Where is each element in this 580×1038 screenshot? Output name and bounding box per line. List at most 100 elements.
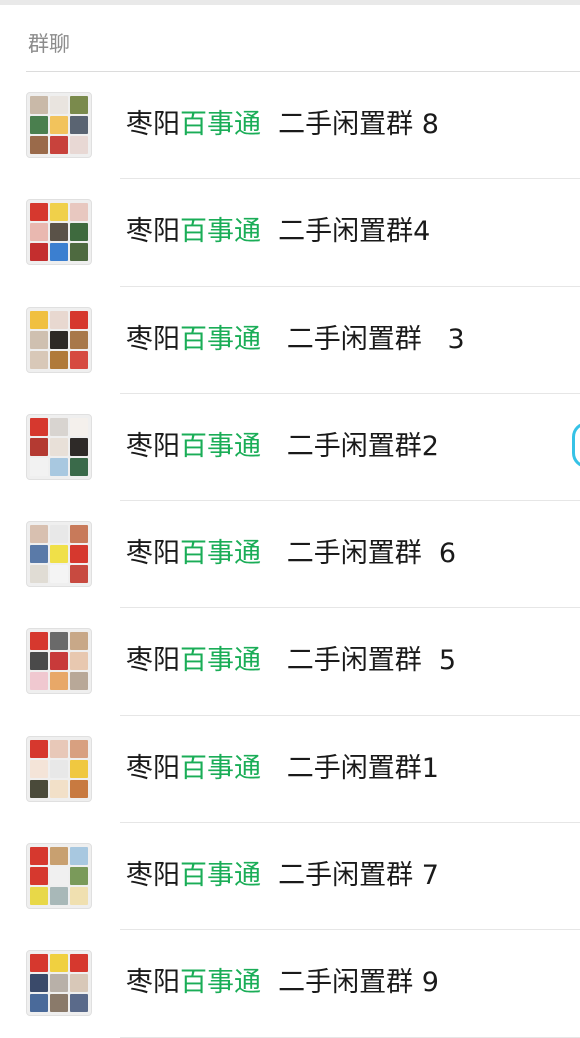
group-name-suffix: 二手闲置群 7	[261, 860, 439, 892]
member-avatar-thumbnail	[50, 652, 68, 671]
group-name-prefix: 枣阳	[126, 538, 180, 570]
group-chat-row[interactable]: 枣阳百事通 二手闲置群4	[0, 179, 580, 287]
member-avatar-thumbnail	[30, 867, 48, 886]
member-avatar-thumbnail	[30, 437, 48, 456]
group-name: 枣阳百事通 二手闲置群4	[126, 215, 430, 249]
group-name-suffix: 二手闲置群 8	[261, 109, 439, 140]
group-avatar	[26, 413, 92, 480]
group-name: 枣阳百事通 二手闲置群 7	[126, 859, 439, 893]
group-chat-row[interactable]: 枣阳百事通 二手闲置群 6	[0, 501, 580, 609]
member-avatar-thumbnail	[30, 136, 48, 154]
member-avatar-thumbnail	[30, 974, 48, 993]
member-avatar-thumbnail	[30, 116, 48, 134]
member-avatar-thumbnail	[50, 223, 68, 242]
group-name-highlight: 百事通	[180, 323, 261, 355]
member-avatar-thumbnail	[50, 867, 68, 886]
group-name-suffix: 二手闲置群2	[261, 430, 439, 462]
member-avatar-thumbnail	[70, 96, 88, 114]
member-avatar-thumbnail	[50, 887, 68, 906]
group-avatar	[26, 735, 92, 802]
group-name-prefix: 枣阳	[126, 430, 180, 462]
group-name-highlight: 百事通	[180, 645, 261, 677]
member-avatar-thumbnail	[30, 96, 48, 114]
member-avatar-thumbnail	[50, 672, 68, 691]
member-avatar-thumbnail	[70, 525, 88, 544]
member-avatar-thumbnail	[30, 310, 48, 329]
group-name: 枣阳百事通 二手闲置群 8	[126, 108, 439, 142]
group-name-suffix: 二手闲置群1	[261, 752, 439, 784]
member-avatar-thumbnail	[30, 954, 48, 973]
member-avatar-thumbnail	[70, 847, 88, 866]
group-name: 枣阳百事通 二手闲置群 3	[126, 323, 465, 357]
group-name: 枣阳百事通 二手闲置群2	[126, 430, 439, 464]
group-chat-row[interactable]: 枣阳百事通 二手闲置群2	[0, 394, 580, 502]
group-chat-row[interactable]: 枣阳百事通 二手闲置群 3	[0, 287, 580, 394]
member-avatar-thumbnail	[30, 759, 48, 778]
member-avatar-thumbnail	[70, 867, 88, 886]
member-avatar-thumbnail	[30, 779, 48, 798]
member-avatar-thumbnail	[30, 203, 48, 222]
member-avatar-thumbnail	[50, 457, 68, 476]
group-name-suffix: 二手闲置群 3	[261, 323, 465, 355]
member-avatar-thumbnail	[30, 350, 48, 369]
group-avatar	[26, 92, 92, 158]
group-name-prefix: 枣阳	[126, 216, 180, 248]
member-avatar-thumbnail	[30, 417, 48, 436]
member-avatar-thumbnail	[70, 652, 88, 671]
group-name-highlight: 百事通	[180, 216, 261, 248]
member-avatar-thumbnail	[50, 974, 68, 993]
group-name-highlight: 百事通	[180, 109, 261, 140]
group-name-prefix: 枣阳	[126, 109, 180, 140]
group-name-highlight: 百事通	[180, 430, 261, 462]
group-name-highlight: 百事通	[180, 538, 261, 570]
member-avatar-thumbnail	[70, 203, 88, 222]
member-avatar-thumbnail	[30, 457, 48, 476]
member-avatar-thumbnail	[70, 417, 88, 436]
group-avatar	[26, 521, 92, 588]
group-name-prefix: 枣阳	[126, 645, 180, 677]
member-avatar-thumbnail	[70, 739, 88, 758]
member-avatar-thumbnail	[50, 417, 68, 436]
group-avatar	[26, 628, 92, 695]
group-chat-row[interactable]: 枣阳百事通 二手闲置群 5	[0, 608, 580, 716]
group-name-highlight: 百事通	[180, 967, 261, 999]
group-name-prefix: 枣阳	[126, 752, 180, 784]
group-name: 枣阳百事通 二手闲置群 6	[126, 537, 456, 571]
member-avatar-thumbnail	[50, 525, 68, 544]
group-chat-row[interactable]: 枣阳百事通 二手闲置群 8	[0, 72, 580, 180]
member-avatar-thumbnail	[70, 437, 88, 456]
group-chat-row[interactable]: 枣阳百事通 二手闲置群1	[0, 716, 580, 824]
group-avatar	[26, 306, 92, 373]
member-avatar-thumbnail	[70, 330, 88, 349]
group-name-prefix: 枣阳	[126, 860, 180, 892]
member-avatar-thumbnail	[30, 632, 48, 651]
member-avatar-thumbnail	[50, 116, 68, 134]
member-avatar-thumbnail	[30, 739, 48, 758]
member-avatar-thumbnail	[50, 847, 68, 866]
member-avatar-thumbnail	[30, 672, 48, 691]
member-avatar-thumbnail	[70, 994, 88, 1013]
member-avatar-thumbnail	[70, 310, 88, 329]
member-avatar-thumbnail	[30, 994, 48, 1013]
member-avatar-thumbnail	[70, 779, 88, 798]
group-name-highlight: 百事通	[180, 860, 261, 892]
member-avatar-thumbnail	[70, 223, 88, 242]
member-avatar-thumbnail	[50, 632, 68, 651]
group-chat-row[interactable]: 枣阳百事通 二手闲置群 7	[0, 823, 580, 931]
member-avatar-thumbnail	[50, 310, 68, 329]
group-avatar	[26, 950, 92, 1017]
group-name-suffix: 二手闲置群 5	[261, 645, 457, 677]
member-avatar-thumbnail	[30, 545, 48, 564]
group-avatar	[26, 199, 92, 266]
member-avatar-thumbnail	[70, 136, 88, 154]
member-avatar-thumbnail	[70, 243, 88, 262]
member-avatar-thumbnail	[30, 652, 48, 671]
group-name-suffix: 二手闲置群4	[261, 216, 431, 248]
member-avatar-thumbnail	[70, 759, 88, 778]
member-avatar-thumbnail	[50, 994, 68, 1013]
member-avatar-thumbnail	[70, 457, 88, 476]
member-avatar-thumbnail	[30, 330, 48, 349]
member-avatar-thumbnail	[50, 96, 68, 114]
member-avatar-thumbnail	[70, 116, 88, 134]
group-chat-row[interactable]: 枣阳百事通 二手闲置群 9	[0, 930, 580, 1038]
